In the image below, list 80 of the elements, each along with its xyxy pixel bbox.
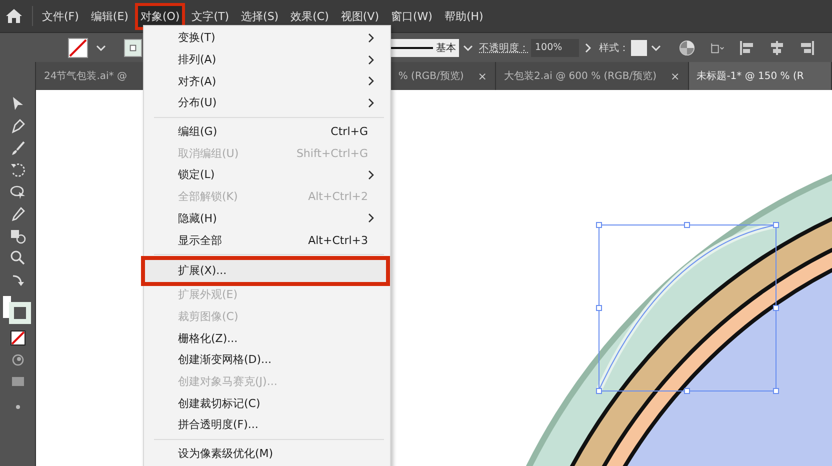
menu-item[interactable]: 分布(U): [144, 92, 390, 114]
menu-item-label: 隐藏(H): [178, 210, 218, 226]
close-tab-button[interactable]: ×: [670, 70, 680, 82]
recolor-wheel-icon[interactable]: [679, 40, 695, 56]
menu-bar-item[interactable]: 窗口(W): [386, 2, 438, 30]
menu-item[interactable]: 创建裁切标记(C): [144, 392, 390, 414]
menu-item[interactable]: 设为像素级优化(M): [144, 442, 390, 464]
menu-bar-item[interactable]: 编辑(E): [86, 2, 134, 30]
menu-item[interactable]: 锁定(L): [144, 164, 390, 186]
menu-item[interactable]: 对齐(A): [144, 70, 390, 92]
caret-icon[interactable]: [96, 44, 106, 50]
menu-item-label: 取消编组(U): [178, 146, 240, 161]
menu-bar-item[interactable]: 文字(T): [186, 2, 234, 30]
opacity-label[interactable]: 不透明度：: [479, 40, 529, 54]
document-tab[interactable]: 未标题-1* @ 150 % (R: [688, 62, 832, 90]
menu-item-label: 设为像素级优化(M): [178, 446, 274, 462]
style-label: 样式：: [599, 42, 629, 54]
tab-title: 大包装2.ai @ 600 % (RGB/预览): [504, 70, 656, 83]
menu-item[interactable]: 栅格化(Z)...: [144, 327, 390, 349]
menu-item[interactable]: 创建渐变网格(D)...: [144, 348, 390, 371]
menu-item-label: 拼合透明度(F)...: [178, 417, 260, 432]
tab-title: 24节气包装.ai* @: [44, 70, 127, 83]
shortcut-text: Ctrl+G: [330, 125, 368, 138]
menu-item-label: 对齐(A): [178, 74, 218, 89]
brush-icon[interactable]: [10, 140, 26, 156]
warp-icon[interactable]: [10, 184, 26, 200]
menu-item[interactable]: 变换(T): [144, 27, 390, 49]
menu-item-label: 显示全部: [178, 232, 223, 248]
menu-item-label: 栅格化(Z)...: [178, 330, 239, 346]
menu-bar-item[interactable]: 视图(V): [336, 2, 384, 30]
chevron-right-icon[interactable]: [585, 42, 591, 52]
menu-item-label: 裁剪图像(C): [178, 308, 240, 324]
eyedropper-icon[interactable]: [10, 206, 26, 222]
rotate-icon[interactable]: [10, 162, 26, 178]
home-icon[interactable]: [6, 9, 22, 23]
none-swatch-icon[interactable]: [10, 330, 26, 346]
shortcut-text: Alt+Ctrl+2: [308, 190, 368, 204]
menu-item-label: 全部解锁(K): [178, 189, 239, 204]
opacity-field[interactable]: 100%: [531, 38, 579, 56]
align-center-icon[interactable]: [769, 40, 785, 56]
align-left-icon[interactable]: [739, 40, 755, 56]
menu-item[interactable]: 编组(G) Ctrl+G: [144, 120, 390, 142]
menu-item-label: 分布(U): [178, 95, 218, 110]
menu-item-label: 创建渐变网格(D)...: [178, 352, 273, 368]
shape-builder-icon[interactable]: [10, 228, 26, 244]
menu-item[interactable]: 显示全部 Alt+Ctrl+3: [144, 229, 390, 251]
menu-bar-item[interactable]: 文件(F): [37, 2, 84, 30]
shortcut-text: Shift+Ctrl+G: [296, 146, 368, 160]
menu-item-label: 编组(G): [178, 124, 218, 140]
menu-item-label: 扩展(X)...: [178, 263, 228, 278]
stroke-swatch[interactable]: [124, 38, 142, 56]
menu-item-label: 创建裁切标记(C): [178, 396, 262, 411]
caret-icon[interactable]: [651, 44, 661, 50]
menu-item-label: 锁定(L): [178, 167, 216, 182]
color-mode-icon[interactable]: [10, 352, 26, 368]
shortcut-text: Alt+Ctrl+3: [308, 234, 368, 247]
tab-title: 未标题-1* @ 150 % (R: [696, 70, 804, 83]
menu-bar-item[interactable]: 帮助(H): [439, 2, 488, 30]
menu-item[interactable]: 扩展(X)...: [143, 258, 388, 284]
align-right-icon[interactable]: [799, 40, 815, 56]
menu-item-label: 排列(A): [178, 52, 218, 68]
menu-bar-item[interactable]: 选择(S): [236, 2, 284, 30]
no-fill-swatch[interactable]: [68, 38, 88, 58]
menu-item-label: 变换(T): [178, 30, 216, 46]
style-swatch[interactable]: [631, 40, 647, 56]
close-tab-button[interactable]: ×: [478, 70, 487, 82]
tab-title: % (RGB/预览): [398, 70, 464, 83]
dot-icon[interactable]: [14, 404, 20, 410]
fill-stroke-swatches-icon[interactable]: [2, 294, 32, 324]
document-tab[interactable]: 大包装2.ai @ 600 % (RGB/预览) ×: [496, 62, 689, 90]
search-icon[interactable]: [10, 250, 26, 266]
menu-item-label: 创建对象马赛克(J)...: [178, 374, 278, 389]
menu-item-label: 扩展外观(E): [178, 287, 239, 302]
menu-bar-item[interactable]: 效果(C): [286, 2, 334, 30]
menu-item[interactable]: 排列(A): [144, 48, 390, 70]
caret-icon[interactable]: [463, 44, 473, 50]
stroke-profile-dropdown[interactable]: 基本: [391, 38, 459, 56]
menu-item[interactable]: 隐藏(H): [144, 208, 390, 230]
pen-icon[interactable]: [10, 118, 26, 134]
menu-item[interactable]: 拼合透明度(F)...: [144, 414, 390, 436]
